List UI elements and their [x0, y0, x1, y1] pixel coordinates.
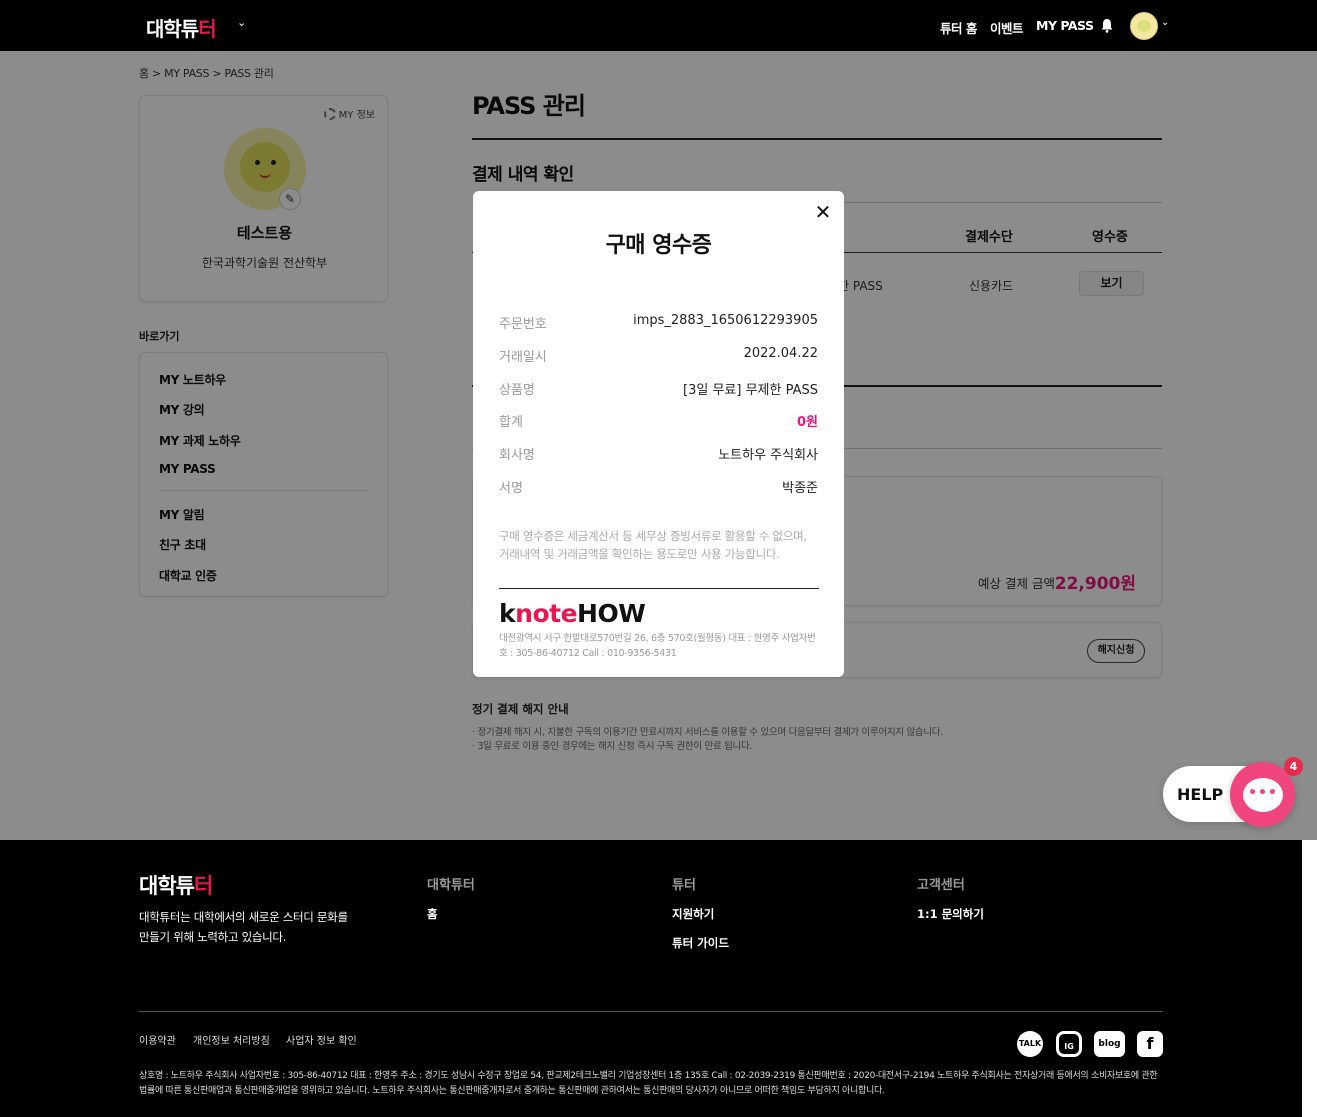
- receipt-label: 거래일시: [499, 350, 547, 365]
- nav-tutor-home[interactable]: 튜터 홈: [940, 18, 977, 37]
- nav-my-pass[interactable]: MY PASS: [1036, 18, 1094, 33]
- footer-col-title: 고객센터: [917, 878, 965, 893]
- receipt-note: 구매 영수증은 세금계산서 등 세무상 증빙서류로 활용할 수 없으며, 거래내…: [499, 529, 807, 561]
- receipt-label: 주문번호: [499, 317, 547, 332]
- footer-link-inquiry[interactable]: 1:1 문의하기: [917, 906, 984, 922]
- top-header: 대학튜터 ⌄ 튜터 홈 이벤트 MY PASS ⌄: [0, 0, 1317, 51]
- footer: 대학튜터 대학튜터는 대학에서의 새로운 스터디 문화를 만들기 위해 노력하고 …: [0, 840, 1302, 1117]
- receipt-label: 상품명: [499, 383, 535, 398]
- footer-business-link[interactable]: 사업자 정보 확인: [286, 1032, 357, 1047]
- receipt-label: 합계: [499, 415, 523, 430]
- blog-icon[interactable]: blog: [1094, 1031, 1125, 1057]
- receipt-value: 노트하우 주식회사: [718, 448, 818, 463]
- footer-link-home[interactable]: 홈: [427, 906, 438, 922]
- footer-legal: 상호명 : 노트하우 주식회사 사업자번호 : 305-86-40712 대표 …: [139, 1071, 1158, 1096]
- notification-badge: 4: [1284, 757, 1303, 776]
- chevron-down-icon[interactable]: ⌄: [237, 16, 246, 29]
- notehow-logo: knoteHOW: [499, 599, 646, 628]
- footer-privacy-link[interactable]: 개인정보 처리방침: [193, 1032, 270, 1047]
- avatar[interactable]: [1130, 12, 1158, 40]
- footer-logo[interactable]: 대학튜터: [139, 870, 213, 900]
- footer-col-title: 대학튜터: [427, 878, 475, 893]
- receipt-total: 0원: [796, 415, 818, 430]
- divider: [499, 588, 819, 589]
- divider: [139, 1011, 1163, 1012]
- bell-icon[interactable]: [1100, 18, 1114, 33]
- instagram-icon[interactable]: IG: [1056, 1031, 1082, 1057]
- nav-event[interactable]: 이벤트: [990, 18, 1024, 37]
- chevron-down-icon[interactable]: ⌄: [1161, 17, 1169, 28]
- receipt-value: [3일 무료] 무제한 PASS: [683, 383, 818, 398]
- close-icon[interactable]: ✕: [812, 201, 834, 223]
- receipt-value: imps_2883_1650612293905: [633, 313, 818, 328]
- receipt-label: 회사명: [499, 448, 535, 463]
- modal-title: 구매 영수증: [605, 233, 712, 258]
- receipt-value: 박종준: [782, 481, 818, 496]
- help-label: HELP: [1177, 785, 1224, 804]
- footer-link-guide[interactable]: 튜터 가이드: [672, 935, 729, 951]
- receipt-label: 서명: [499, 481, 523, 496]
- company-address: 대전광역시 서구 한밭대로570번길 26, 6층 570호(월평동) 대표 :…: [499, 633, 816, 659]
- footer-link-apply[interactable]: 지원하기: [672, 906, 714, 922]
- footer-col-title: 튜터: [672, 878, 696, 893]
- footer-terms-link[interactable]: 이용약관: [139, 1032, 176, 1047]
- receipt-value: 2022.04.22: [743, 346, 818, 361]
- site-logo[interactable]: 대학튜터: [146, 13, 217, 42]
- kakaotalk-icon[interactable]: TALK: [1017, 1031, 1043, 1057]
- facebook-icon[interactable]: f: [1137, 1031, 1163, 1057]
- receipt-modal: ✕ 구매 영수증 주문번호 imps_2883_1650612293905 거래…: [473, 191, 844, 677]
- footer-description: 대학튜터는 대학에서의 새로운 스터디 문화를 만들기 위해 노력하고 있습니다.: [139, 910, 348, 944]
